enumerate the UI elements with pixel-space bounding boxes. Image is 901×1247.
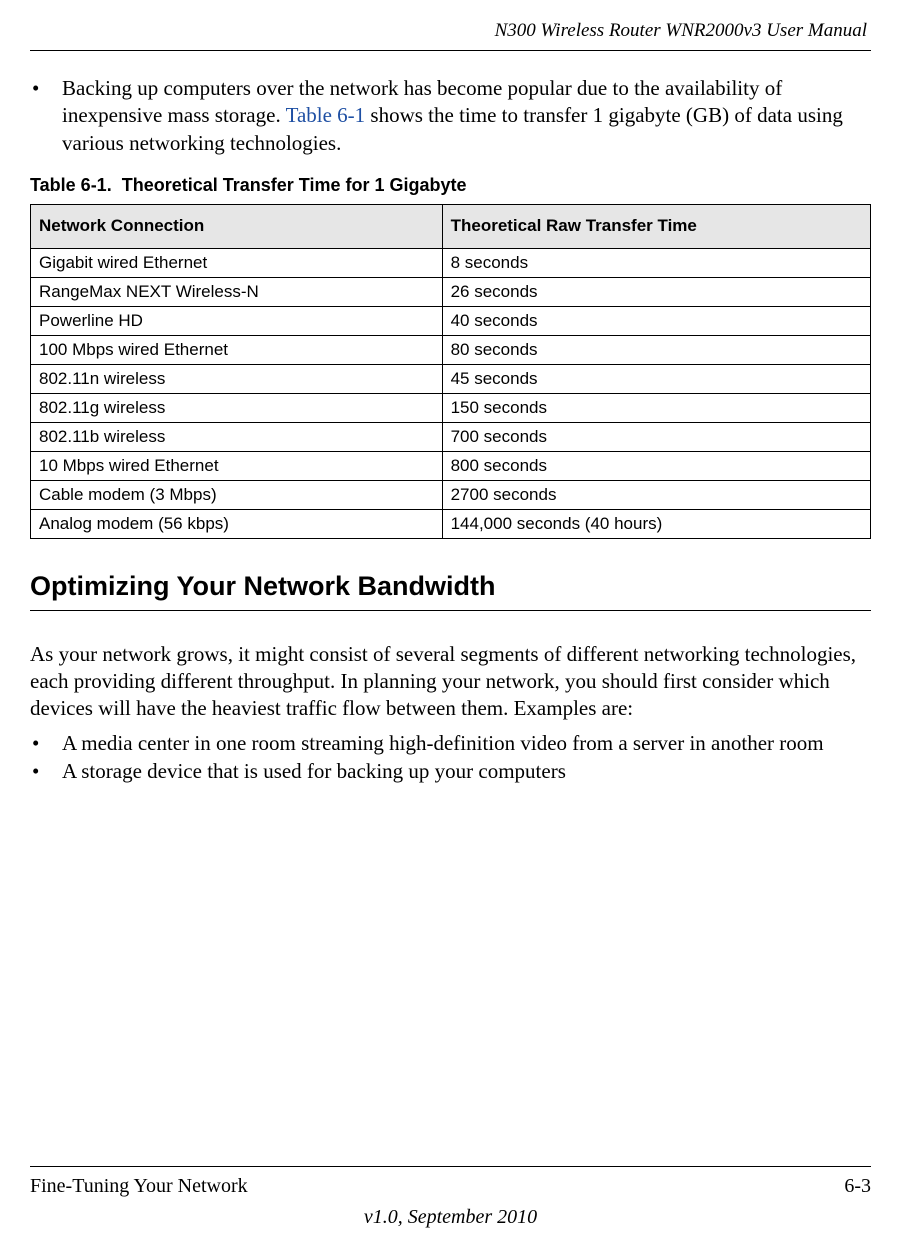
- col-header-connection: Network Connection: [31, 204, 443, 248]
- footer-rule: [30, 1166, 871, 1167]
- cell-time: 2700 seconds: [442, 480, 870, 509]
- bullet-dot: •: [30, 75, 62, 157]
- body-paragraph: As your network grows, it might consist …: [30, 641, 871, 723]
- cell-connection: RangeMax NEXT Wireless-N: [31, 277, 443, 306]
- cell-connection: 802.11n wireless: [31, 364, 443, 393]
- cell-time: 40 seconds: [442, 306, 870, 335]
- cell-time: 800 seconds: [442, 451, 870, 480]
- cell-connection: Powerline HD: [31, 306, 443, 335]
- bullet-text: A storage device that is used for backin…: [62, 757, 871, 785]
- footer-page-number: 6-3: [844, 1175, 871, 1198]
- table-row: Cable modem (3 Mbps)2700 seconds: [31, 480, 871, 509]
- cell-time: 144,000 seconds (40 hours): [442, 509, 870, 538]
- footer-version: v1.0, September 2010: [30, 1206, 871, 1229]
- table-row: 100 Mbps wired Ethernet80 seconds: [31, 335, 871, 364]
- section-heading: Optimizing Your Network Bandwidth: [30, 571, 871, 611]
- bullet-dot: •: [30, 757, 62, 785]
- table-row: 10 Mbps wired Ethernet800 seconds: [31, 451, 871, 480]
- cell-connection: 802.11b wireless: [31, 422, 443, 451]
- table-caption-title: Theoretical Transfer Time for 1 Gigabyte: [122, 175, 467, 195]
- table-row: 802.11n wireless45 seconds: [31, 364, 871, 393]
- table-caption: Table 6-1. Theoretical Transfer Time for…: [30, 175, 871, 196]
- cell-time: 700 seconds: [442, 422, 870, 451]
- table-row: 802.11b wireless700 seconds: [31, 422, 871, 451]
- table-row: Analog modem (56 kbps)144,000 seconds (4…: [31, 509, 871, 538]
- table-row: RangeMax NEXT Wireless-N26 seconds: [31, 277, 871, 306]
- cell-time: 8 seconds: [442, 248, 870, 277]
- cell-time: 45 seconds: [442, 364, 870, 393]
- table-caption-label: Table 6-1.: [30, 175, 112, 195]
- cell-connection: 10 Mbps wired Ethernet: [31, 451, 443, 480]
- footer-chapter: Fine-Tuning Your Network: [30, 1175, 248, 1198]
- table-row: 802.11g wireless150 seconds: [31, 393, 871, 422]
- cell-connection: Cable modem (3 Mbps): [31, 480, 443, 509]
- bullet-text: Backing up computers over the network ha…: [62, 75, 871, 157]
- table-row: Gigabit wired Ethernet8 seconds: [31, 248, 871, 277]
- cell-connection: Analog modem (56 kbps): [31, 509, 443, 538]
- page-footer: Fine-Tuning Your Network 6-3 v1.0, Septe…: [30, 1166, 871, 1229]
- table-link[interactable]: Table 6-1: [286, 103, 366, 127]
- bullet-dot: •: [30, 729, 62, 757]
- cell-connection: Gigabit wired Ethernet: [31, 248, 443, 277]
- table-header-row: Network Connection Theoretical Raw Trans…: [31, 204, 871, 248]
- cell-time: 26 seconds: [442, 277, 870, 306]
- cell-connection: 100 Mbps wired Ethernet: [31, 335, 443, 364]
- transfer-time-table: Network Connection Theoretical Raw Trans…: [30, 204, 871, 539]
- col-header-time: Theoretical Raw Transfer Time: [442, 204, 870, 248]
- header-rule: [30, 50, 871, 51]
- cell-time: 150 seconds: [442, 393, 870, 422]
- bullet-text: A media center in one room streaming hig…: [62, 729, 871, 757]
- bullet-item: • A storage device that is used for back…: [30, 757, 871, 785]
- table-row: Powerline HD40 seconds: [31, 306, 871, 335]
- cell-time: 80 seconds: [442, 335, 870, 364]
- doc-title: N300 Wireless Router WNR2000v3 User Manu…: [30, 20, 871, 50]
- bullet-item: • Backing up computers over the network …: [30, 75, 871, 157]
- bullet-item: • A media center in one room streaming h…: [30, 729, 871, 757]
- cell-connection: 802.11g wireless: [31, 393, 443, 422]
